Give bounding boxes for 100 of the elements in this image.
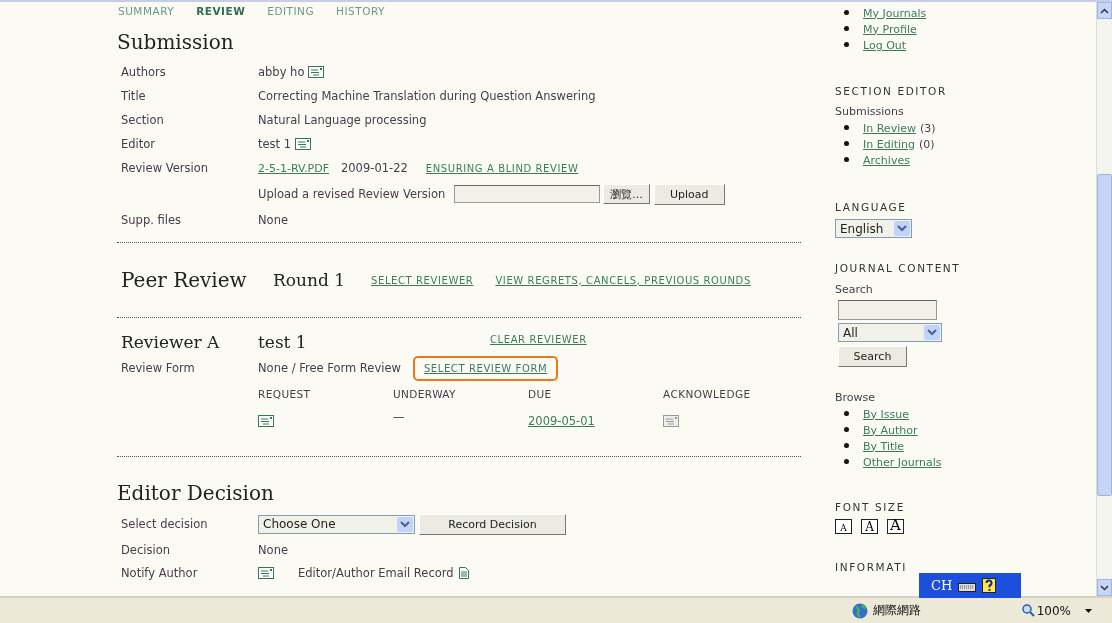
file-input-field[interactable] bbox=[454, 185, 601, 203]
card-icon[interactable] bbox=[308, 66, 325, 78]
sidebar-subheading: Submissions bbox=[835, 105, 905, 118]
field-value: None / Free Form Review bbox=[258, 361, 401, 375]
section-heading: Submission bbox=[117, 30, 235, 54]
help-icon[interactable] bbox=[982, 578, 997, 593]
card-icon[interactable] bbox=[258, 415, 274, 427]
browse-link[interactable]: By Title bbox=[863, 439, 905, 453]
globe-icon bbox=[852, 602, 868, 619]
bullet-icon bbox=[844, 443, 849, 448]
language-select[interactable]: English bbox=[835, 219, 912, 238]
user-link[interactable]: Log Out bbox=[863, 38, 907, 52]
field-label: Section bbox=[121, 113, 165, 127]
card-icon[interactable] bbox=[258, 567, 274, 579]
zoom-icon[interactable] bbox=[1021, 604, 1035, 617]
field-label: Supp. files bbox=[121, 213, 182, 227]
reviewer-name: test 1 bbox=[258, 332, 308, 352]
search-label: Search bbox=[835, 283, 874, 296]
file-link[interactable]: 2-5-1-RV.PDF bbox=[258, 161, 329, 175]
browse-button[interactable]: 瀏覽... bbox=[603, 184, 650, 204]
field-label: Decision bbox=[121, 543, 171, 557]
input-language-text[interactable]: CH bbox=[931, 578, 953, 593]
sidebar-heading: SECTION EDITOR bbox=[835, 85, 948, 97]
browse-link[interactable]: Other Journals bbox=[863, 455, 942, 469]
section-heading: Peer Review bbox=[121, 268, 248, 292]
bullet-icon bbox=[844, 42, 849, 47]
field-label: Editor bbox=[121, 137, 157, 151]
field-value: Correcting Machine Translation during Question Answering bbox=[258, 89, 596, 103]
field-label: Title bbox=[121, 89, 147, 103]
scroll-up-button[interactable] bbox=[1097, 2, 1112, 19]
bullet-icon bbox=[844, 157, 849, 162]
bullet-icon bbox=[844, 411, 849, 416]
column-header: DUE bbox=[528, 388, 553, 400]
caret-down-icon[interactable] bbox=[1085, 608, 1092, 613]
record-decision-button[interactable]: Record Decision bbox=[419, 513, 566, 535]
upload-button[interactable]: Upload bbox=[653, 183, 725, 205]
field-label: Authors bbox=[121, 65, 167, 79]
section-heading: Editor Decision bbox=[117, 481, 275, 505]
tab[interactable]: SUMMARY bbox=[118, 5, 175, 17]
tab[interactable]: EDITING bbox=[267, 5, 315, 17]
tab[interactable]: HISTORY bbox=[336, 5, 385, 17]
tab[interactable]: REVIEW bbox=[196, 5, 246, 17]
field-label: Notify Author bbox=[121, 566, 199, 580]
reviewer-link[interactable]: SELECT REVIEWER bbox=[371, 274, 474, 286]
search-button[interactable]: Search bbox=[838, 346, 907, 367]
font-size-button[interactable]: A bbox=[835, 519, 852, 534]
submissions-link[interactable]: Archives bbox=[863, 153, 910, 167]
field-value: abby ho bbox=[258, 65, 305, 79]
field-label: Review Form bbox=[121, 361, 196, 375]
column-header: REQUEST bbox=[258, 388, 312, 400]
clear-reviewer-link[interactable]: CLEAR REVIEWER bbox=[490, 334, 587, 345]
scroll-down-button[interactable] bbox=[1097, 579, 1112, 596]
field-label: Review Version bbox=[121, 161, 209, 175]
count-text: (0) bbox=[919, 137, 935, 151]
bullet-icon bbox=[844, 125, 849, 130]
email-record-text: Editor/Author Email Record bbox=[298, 566, 454, 580]
bullet-icon bbox=[844, 459, 849, 464]
scrollbar-thumb[interactable] bbox=[1097, 174, 1112, 496]
table-cell: — bbox=[393, 410, 405, 424]
zone-text: 網際網路 bbox=[873, 602, 921, 619]
field-value: None bbox=[258, 213, 288, 227]
font-size-button[interactable]: A bbox=[861, 519, 878, 534]
date-text: 2009-01-22 bbox=[341, 161, 408, 175]
column-header: UNDERWAY bbox=[393, 388, 457, 400]
browse-link[interactable]: By Issue bbox=[863, 407, 909, 421]
browse-link[interactable]: By Author bbox=[863, 423, 918, 437]
reviewer-link[interactable]: VIEW REGRETS, CANCELS, PREVIOUS ROUNDS bbox=[495, 274, 751, 286]
zoom-level-text[interactable]: 100% bbox=[1036, 603, 1071, 618]
sidebar-heading: INFORMATI bbox=[835, 561, 908, 573]
decision-select[interactable]: Choose One bbox=[258, 514, 415, 534]
user-link[interactable]: My Journals bbox=[863, 6, 927, 20]
search-field[interactable] bbox=[838, 300, 937, 320]
chevron-down-icon bbox=[1100, 584, 1109, 591]
font-size-button[interactable]: A bbox=[887, 519, 904, 534]
round-heading: Round 1 bbox=[273, 270, 346, 290]
sidebar-heading: FONT SIZE bbox=[835, 501, 906, 513]
sidebar-heading: JOURNAL CONTENT bbox=[835, 262, 962, 274]
bullet-icon bbox=[844, 26, 849, 31]
blind-review-link[interactable]: ENSURING A BLIND REVIEW bbox=[425, 162, 579, 174]
chevron-up-icon bbox=[1100, 7, 1109, 14]
document-icon[interactable] bbox=[458, 567, 469, 579]
scope-select[interactable]: All bbox=[838, 323, 942, 342]
due-date-link[interactable]: 2009-05-01 bbox=[528, 414, 595, 428]
count-text: (3) bbox=[919, 121, 936, 135]
select-review-form-link[interactable]: SELECT REVIEW FORM bbox=[412, 355, 559, 381]
field-value: None bbox=[258, 543, 288, 557]
field-label: Select decision bbox=[121, 517, 209, 531]
sidebar-subheading: Browse bbox=[835, 391, 877, 404]
bullet-icon bbox=[844, 141, 849, 146]
field-value: test 1 bbox=[258, 137, 292, 151]
user-link[interactable]: My Profile bbox=[863, 22, 917, 36]
upload-label: Upload a revised Review Version bbox=[258, 187, 446, 201]
card-icon[interactable] bbox=[295, 138, 312, 150]
reviewer-heading: Reviewer A bbox=[121, 332, 221, 352]
submissions-link[interactable]: In Review bbox=[863, 121, 916, 135]
bullet-icon bbox=[844, 10, 849, 15]
sidebar-heading: LANGUAGE bbox=[835, 201, 908, 213]
submissions-link[interactable]: In Editing bbox=[863, 137, 916, 151]
bullet-icon bbox=[844, 427, 849, 432]
column-header: ACKNOWLEDGE bbox=[663, 388, 752, 400]
